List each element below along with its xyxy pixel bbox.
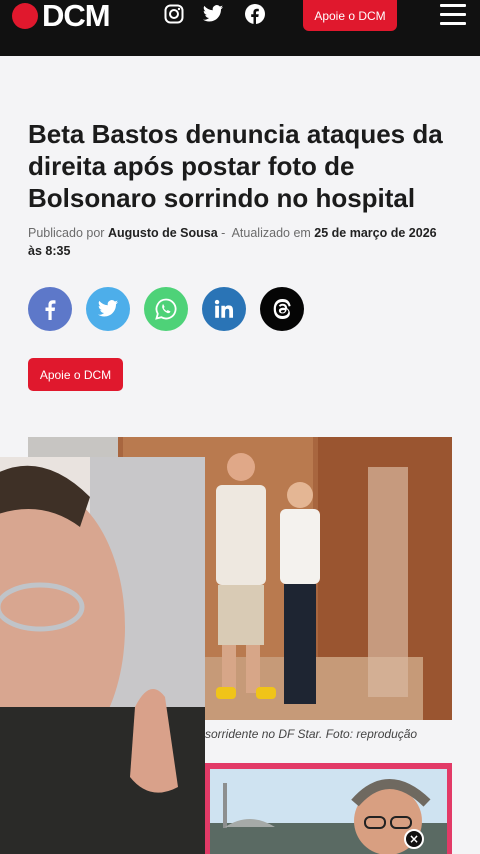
support-button[interactable]: Apoie o DCM (28, 358, 123, 391)
linkedin-icon (214, 299, 234, 318)
author-link[interactable]: Augusto de Sousa (108, 226, 218, 240)
video-pip-overlay[interactable] (0, 457, 205, 854)
updated-time: às 8:35 (28, 244, 71, 258)
published-label: Publicado por (28, 226, 105, 240)
updated-label: Atualizado em (231, 226, 311, 240)
share-whatsapp-button[interactable] (144, 287, 188, 331)
site-logo[interactable]: DCM (12, 0, 111, 33)
menu-bar (440, 22, 466, 25)
share-twitter-button[interactable] (86, 287, 130, 331)
share-linkedin-button[interactable] (202, 287, 246, 331)
close-overlay-button[interactable]: × (404, 829, 424, 849)
support-button-header[interactable]: Apoie o DCM (303, 0, 397, 31)
menu-bar (440, 4, 466, 7)
updated-date: 25 de março de 2026 (314, 226, 437, 240)
share-threads-button[interactable] (260, 287, 304, 331)
whatsapp-icon (155, 298, 177, 320)
logo-text: DCM (42, 0, 111, 33)
instagram-icon[interactable] (164, 4, 184, 24)
logo-dot-icon (12, 3, 38, 29)
facebook-icon[interactable] (245, 4, 265, 24)
article-title: Beta Bastos denuncia ataques da direita … (28, 119, 443, 213)
twitter-icon (97, 300, 119, 317)
video-presenter-illustration (0, 457, 205, 854)
menu-bar (440, 13, 466, 16)
photo-caption: sorridente no DF Star. Foto: reprodução (205, 727, 418, 741)
top-header: DCM Apoie o DCM (0, 0, 480, 56)
share-facebook-button[interactable] (28, 287, 72, 331)
article-byline: Publicado por Augusto de Sousa - Atualiz… (28, 224, 458, 260)
twitter-icon[interactable] (202, 4, 224, 24)
menu-icon[interactable] (440, 4, 466, 26)
byline-separator: - (221, 226, 226, 240)
threads-icon (273, 299, 291, 319)
facebook-icon (45, 300, 56, 320)
